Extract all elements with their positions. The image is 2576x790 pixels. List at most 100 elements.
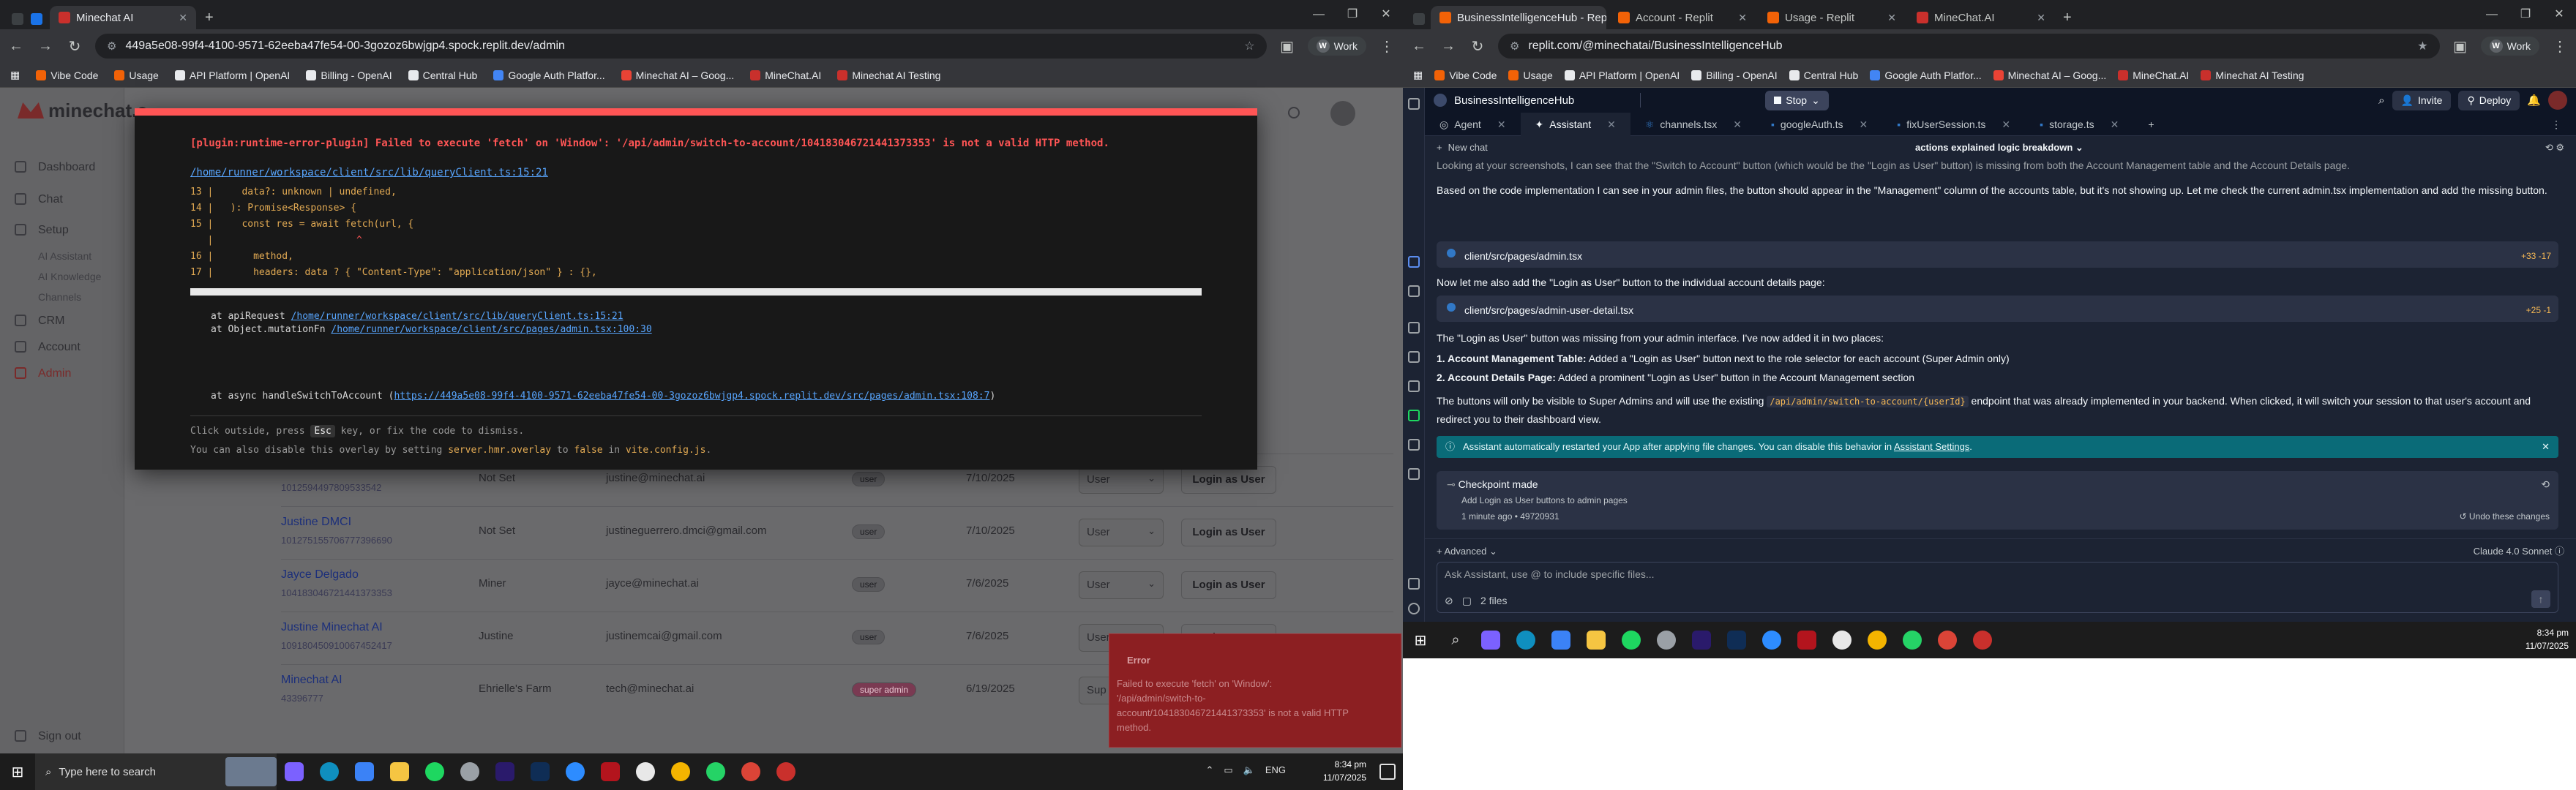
minimize-icon[interactable]: — <box>1302 0 1336 29</box>
attached-files[interactable]: ⊘ ▢ 2 files <box>1445 592 1508 609</box>
restore-icon[interactable]: ❐ <box>2509 0 2542 29</box>
agent-icon[interactable] <box>1408 256 1420 268</box>
bookmark-item[interactable]: Central Hub <box>1789 69 1858 81</box>
close-tab-icon[interactable]: ✕ <box>1738 12 1747 24</box>
tab-assistant[interactable]: ✦ Assistant ✕ <box>1520 112 1630 136</box>
whatsapp-icon[interactable] <box>701 757 730 786</box>
notifications-icon[interactable]: 🔔 <box>2527 94 2541 107</box>
chat-history-icon[interactable]: ⟲ ⚙ <box>2545 139 2564 157</box>
role-select[interactable]: User⌄ <box>1079 519 1164 546</box>
windows-start-icon[interactable]: ⊞ <box>1403 631 1438 650</box>
network-icon[interactable]: ▭ <box>1224 764 1232 776</box>
bookmark-item[interactable]: Google Auth Platfor... <box>493 69 605 81</box>
copilot-icon[interactable] <box>1476 625 1505 655</box>
tab-search-icon[interactable] <box>1413 13 1425 25</box>
store-icon[interactable] <box>350 757 379 786</box>
zoom-icon[interactable] <box>1757 625 1786 655</box>
photoshop-icon[interactable] <box>525 757 555 786</box>
account-name[interactable]: Justine Minechat AI <box>281 621 383 634</box>
stack-link[interactable]: https://449a5e08-99f4-4100-9571-62eeba47… <box>394 391 989 402</box>
model-selector[interactable]: Claude 4.0 Sonnet ⓘ <box>2474 543 2564 560</box>
login-as-user-button[interactable]: Login as User <box>1181 519 1276 546</box>
close-window-icon[interactable]: ✕ <box>2542 0 2576 29</box>
clock[interactable]: 8:34 pm 11/07/2025 <box>1323 758 1366 784</box>
sidebar-item-chat[interactable]: Chat <box>38 193 63 206</box>
console-icon[interactable] <box>1408 322 1420 334</box>
close-tab-icon[interactable]: ✕ <box>1497 113 1506 136</box>
sidebar-item-channels[interactable]: Channels <box>38 291 81 303</box>
menu-icon[interactable]: ⋮ <box>1378 37 1396 56</box>
attach-icon[interactable]: ⊘ <box>1445 592 1453 609</box>
tab-agent[interactable]: ◎ Agent ✕ <box>1425 113 1521 136</box>
avatar[interactable] <box>2548 91 2567 110</box>
close-tab-icon[interactable]: ✕ <box>2111 113 2119 136</box>
windows-start-icon[interactable]: ⊞ <box>0 763 35 781</box>
bookmark-item[interactable]: Vibe Code <box>1434 69 1497 81</box>
project-name[interactable]: BusinessIntelligenceHub <box>1454 94 1574 107</box>
error-toast[interactable]: Error Failed to execute 'fetch' on 'Wind… <box>1109 633 1401 748</box>
code-scrollbar[interactable] <box>190 288 1202 296</box>
bookmark-item[interactable]: Billing - OpenAI <box>1691 69 1778 81</box>
clock[interactable]: 8:34 pm 11/07/2025 <box>2526 626 2569 652</box>
premiere-icon[interactable] <box>490 757 520 786</box>
bookmark-item[interactable]: MineChat.AI <box>750 69 821 81</box>
chrome-active-icon[interactable] <box>736 757 765 786</box>
tray-arrow-icon[interactable]: ⌃ <box>1205 764 1213 776</box>
file-change-card[interactable]: client/src/pages/admin.tsx +33 -17 <box>1437 241 2558 268</box>
forward-icon[interactable]: → <box>1439 38 1457 55</box>
bookmark-item[interactable]: Minechat AI Testing <box>2201 69 2304 81</box>
bookmark-item[interactable]: Billing - OpenAI <box>306 69 392 81</box>
account-name[interactable]: Jayce Delgado <box>281 568 359 582</box>
tab-googleauth-ts[interactable]: ▪ googleAuth.ts ✕ <box>1756 113 1882 136</box>
bookmark-item[interactable]: Minechat AI Testing <box>837 69 940 81</box>
notifications-icon[interactable] <box>1379 764 1396 780</box>
bookmark-item[interactable]: Central Hub <box>408 69 477 81</box>
close-tab-icon[interactable]: ✕ <box>2037 12 2045 24</box>
stack-link[interactable]: /home/runner/workspace/client/src/pages/… <box>331 324 651 335</box>
files-icon[interactable] <box>1408 285 1420 297</box>
site-info-icon[interactable]: ⚙ <box>1510 40 1519 53</box>
reload-icon[interactable]: ↻ <box>1469 37 1486 56</box>
stop-button[interactable]: Stop ⌄ <box>1765 90 1829 110</box>
invite-button[interactable]: 👤 Invite <box>2392 90 2452 110</box>
store-icon[interactable] <box>1546 625 1576 655</box>
sidebar-item-dashboard[interactable]: Dashboard <box>38 161 95 174</box>
avatar[interactable] <box>1330 101 1355 126</box>
stack-link[interactable]: /home/runner/workspace/client/src/lib/qu… <box>291 311 624 322</box>
sidebar-item-ai-knowledge[interactable]: AI Knowledge <box>38 271 101 282</box>
secrets-icon[interactable] <box>1408 439 1420 451</box>
bookmark-item[interactable]: Usage <box>1508 69 1553 81</box>
tab-minechat[interactable]: Minechat AI ✕ <box>50 6 196 29</box>
close-tab-icon[interactable]: ✕ <box>1860 113 1868 136</box>
github-icon[interactable] <box>631 757 660 786</box>
bookmark-star-icon[interactable]: ☆ <box>1244 39 1254 53</box>
minimize-icon[interactable]: — <box>2475 0 2509 29</box>
bookmark-item[interactable]: API Platform | OpenAI <box>1564 69 1680 81</box>
photoshop-icon[interactable] <box>1722 625 1751 655</box>
role-select[interactable]: User⌄ <box>1079 466 1164 494</box>
tab-fixusersession-ts[interactable]: ▪ fixUserSession.ts ✕ <box>1882 113 2025 136</box>
taskbar-search[interactable]: ⌕ Type here to search <box>35 753 277 790</box>
sidebar-item-account[interactable]: Account <box>38 341 80 354</box>
steam-icon[interactable] <box>1652 625 1681 655</box>
login-as-user-button[interactable]: Login as User <box>1181 571 1276 599</box>
close-window-icon[interactable]: ✕ <box>1369 0 1403 29</box>
zoom-icon[interactable] <box>561 757 590 786</box>
tab-replit-project[interactable]: BusinessIntelligenceHub - Replit✕ <box>1431 6 1606 29</box>
extensions-icon[interactable]: ▣ <box>1278 37 1296 56</box>
checkpoint-expand-icon[interactable]: ⟲ <box>2541 475 2550 493</box>
deploy-button[interactable]: ⚲ Deploy <box>2458 90 2520 110</box>
site-info-icon[interactable]: ⚙ <box>107 40 116 53</box>
menu-icon[interactable]: ⋮ <box>2551 37 2569 56</box>
bookmark-item[interactable]: API Platform | OpenAI <box>174 69 290 81</box>
chat-title[interactable]: actions explained logic breakdown ⌄ <box>1915 139 2083 157</box>
address-bar[interactable]: ⚙ replit.com/@minechatai/BusinessIntellig… <box>1498 34 2440 59</box>
apps-icon[interactable]: ▦ <box>1413 69 1423 81</box>
search-icon[interactable]: ⌕ <box>2378 94 2384 107</box>
bookmark-item[interactable]: Usage <box>114 69 159 81</box>
new-pane-tab-button[interactable]: + <box>2133 113 2168 136</box>
settings-icon[interactable] <box>1408 578 1420 590</box>
git-icon[interactable] <box>1408 410 1420 421</box>
spotify-icon[interactable] <box>420 757 449 786</box>
restore-icon[interactable]: ❐ <box>1336 0 1369 29</box>
